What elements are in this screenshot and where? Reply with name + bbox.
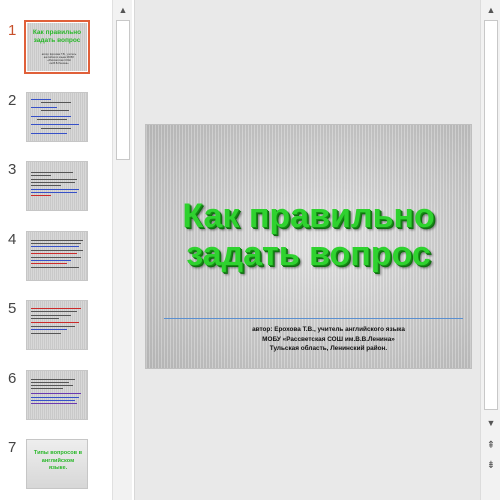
slide-thumbnail-4[interactable]: 4 (0, 231, 112, 297)
thumbnail-scrollbar[interactable]: ▲ (112, 0, 132, 500)
previous-slide-icon[interactable]: ⇞ (483, 438, 499, 452)
slide-number: 2 (8, 92, 17, 109)
author-line-1: автор: Ерохова Т.В., учитель английского… (252, 326, 405, 333)
slide-canvas[interactable]: Как правильно задать вопрос автор: Ерохо… (145, 124, 472, 369)
slide-thumbnail-frame[interactable] (26, 161, 88, 211)
slide-thumbnail-pane: 1 Как правильно задать вопрос автор: Еро… (0, 0, 112, 500)
slide-thumbnail-1[interactable]: 1 Как правильно задать вопрос автор: Еро… (0, 20, 112, 88)
slide-scrollbar[interactable]: ▲ ▼ ⇞ ⇟ (480, 0, 500, 500)
slide-author-block[interactable]: автор: Ерохова Т.В., учитель английского… (206, 325, 451, 354)
slide-thumbnail-frame[interactable] (26, 231, 88, 281)
slide-thumbnail-frame[interactable] (26, 92, 88, 142)
thumbnail-title: Как правильно задать вопрос (32, 29, 82, 44)
scroll-up-icon[interactable]: ▲ (115, 1, 131, 19)
slide-thumbnail-6[interactable]: 6 (0, 370, 112, 436)
slide-title-line-1: Как правильно (182, 197, 435, 235)
slide-number: 4 (8, 231, 17, 248)
slide-number: 3 (8, 161, 17, 178)
slide-divider-line (164, 318, 463, 319)
next-slide-icon[interactable]: ⇟ (483, 458, 499, 472)
scroll-down-icon[interactable]: ▼ (483, 414, 499, 432)
slide-thumbnail-3[interactable]: 3 (0, 161, 112, 227)
slide-number: 1 (8, 22, 17, 39)
thumbnail-title: Типы вопросов в английском языке. (33, 450, 83, 471)
author-line-3: Тульская область, Ленинский район. (269, 345, 388, 352)
slide-title-line-2: задать вопрос (186, 235, 431, 273)
scroll-up-icon[interactable]: ▲ (483, 1, 499, 19)
powerpoint-editor: 1 Как правильно задать вопрос автор: Еро… (0, 0, 500, 500)
slide-editing-area: Как правильно задать вопрос автор: Ерохо… (135, 0, 480, 500)
slide-number: 5 (8, 300, 17, 317)
slide-thumbnail-5[interactable]: 5 (0, 300, 112, 366)
thumbnail-subtitle: автор: Ерохова Т.В., учитель английского… (41, 53, 77, 65)
slide-number: 7 (8, 439, 17, 456)
slide-thumbnail-frame-selected[interactable]: Как правильно задать вопрос автор: Ерохо… (24, 20, 90, 74)
slide-thumbnail-2[interactable]: 2 (0, 92, 112, 158)
scrollbar-thumb[interactable] (484, 20, 498, 410)
slide-thumbnail-frame[interactable]: Типы вопросов в английском языке. (26, 439, 88, 489)
slide-thumbnail-frame[interactable] (26, 370, 88, 420)
slide-thumbnail-frame[interactable] (26, 300, 88, 350)
slide-number: 6 (8, 370, 17, 387)
author-line-2: МОБУ «Рассветская СОШ им.В.В.Ленина» (262, 335, 395, 343)
scrollbar-thumb[interactable] (116, 20, 130, 160)
slide-title[interactable]: Как правильно задать вопрос (146, 197, 471, 273)
slide-thumbnail-7[interactable]: 7 Типы вопросов в английском языке. (0, 439, 112, 500)
